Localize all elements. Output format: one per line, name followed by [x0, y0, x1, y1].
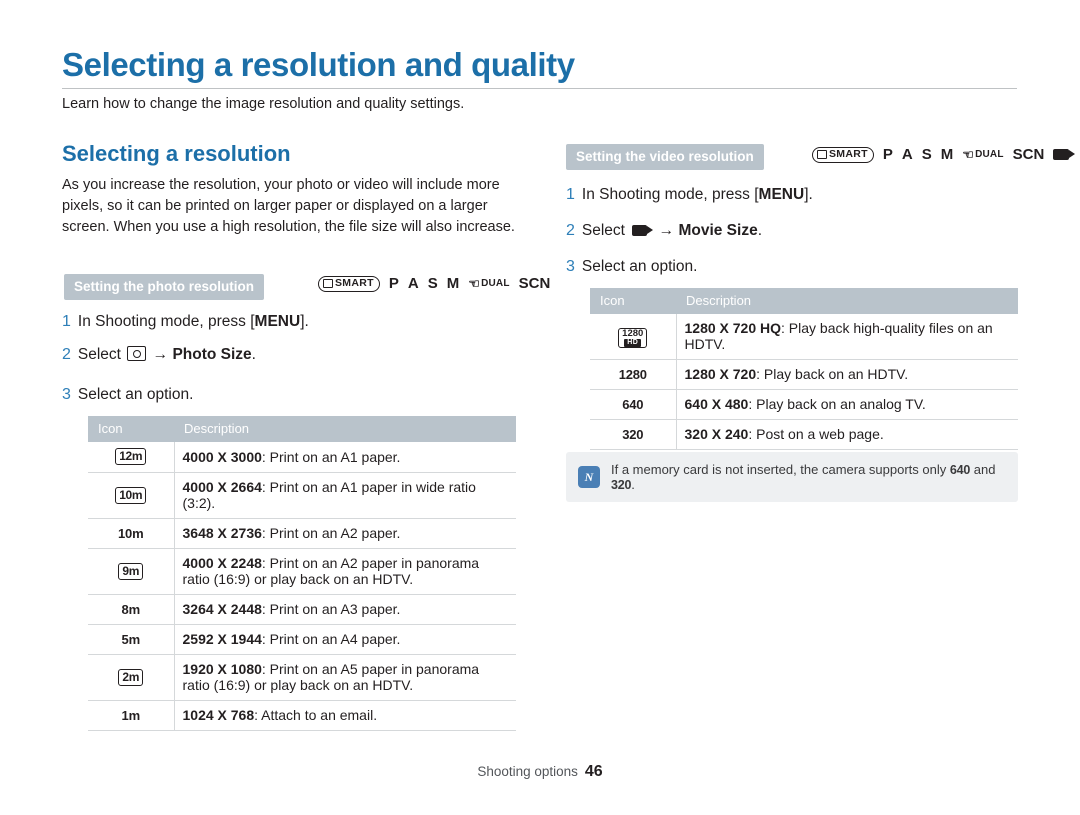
- row-description: 1280 X 720 HQ: Play back high-quality fi…: [676, 314, 1018, 360]
- p-mode-icon: P: [388, 275, 399, 292]
- table-row: 9m 4000 X 2248: Print on an A2 paper in …: [88, 548, 516, 595]
- s-mode-icon: S: [921, 146, 932, 163]
- left-body-text: As you increase the resolution, your pho…: [62, 177, 515, 235]
- row-icon: 8m: [88, 594, 175, 625]
- table-header-row: Icon Description: [590, 288, 1018, 314]
- table-row: 10m 3648 X 2736: Print on an A2 paper.: [88, 518, 516, 549]
- note-value-320: 320: [611, 478, 632, 492]
- smart-mode-icon: SMART: [812, 146, 874, 163]
- row-icon: 1m: [88, 700, 175, 731]
- header-description: Description: [174, 416, 516, 442]
- row-icon: 320: [590, 419, 677, 450]
- row-icon: 9m: [88, 548, 175, 595]
- row-description: 4000 X 3000: Print on an A1 paper.: [174, 442, 516, 473]
- left-step-2: 2 Select → Photo Size.: [62, 346, 256, 363]
- page-title: Selecting a resolution and quality: [62, 46, 575, 83]
- table-row: 10m 4000 X 2664: Print on an A1 paper in…: [88, 472, 516, 519]
- right-mode-icons: SMART P A S M ☜ DUAL SCN: [812, 146, 1076, 163]
- table-row: 320 320 X 240: Post on a web page.: [590, 419, 1018, 450]
- left-step-3: 3 Select an option.: [62, 386, 194, 403]
- dual-mode-icon: ☜ DUAL: [468, 275, 510, 291]
- note-text: If a memory card is not inserted, the ca…: [611, 462, 996, 492]
- row-description: 4000 X 2664: Print on an A1 paper in wid…: [174, 472, 516, 519]
- page-footer: Shooting options 46: [0, 763, 1080, 781]
- row-description: 640 X 480: Play back on an analog TV.: [676, 389, 1018, 420]
- table-row: 1m 1024 X 768: Attach to an email.: [88, 700, 516, 731]
- photo-resolution-subhead: Setting the photo resolution: [64, 274, 264, 300]
- photo-resolution-table: Icon Description 12m 4000 X 3000: Print …: [88, 416, 516, 731]
- note-icon: N: [578, 466, 600, 488]
- scn-mode-icon: SCN: [1012, 146, 1045, 163]
- header-icon: Icon: [590, 288, 676, 314]
- right-step-2: 2 Select → Movie Size.: [566, 222, 762, 239]
- row-icon: 640: [590, 389, 677, 420]
- m-mode-icon: M: [446, 275, 460, 292]
- m-mode-icon: M: [940, 146, 954, 163]
- smart-mode-icon: SMART: [318, 275, 380, 292]
- table-header-row: Icon Description: [88, 416, 516, 442]
- row-icon: 5m: [88, 624, 175, 655]
- video-resolution-table: Icon Description 1280 HD 1280 X 720 HQ: P…: [590, 288, 1018, 450]
- row-description: 3264 X 2448: Print on an A3 paper.: [174, 594, 516, 625]
- hd-badge-icon: 1280 HD: [618, 328, 648, 348]
- table-row: 1280 HD 1280 X 720 HQ: Play back high-qua…: [590, 314, 1018, 360]
- left-section-heading: Selecting a resolution: [62, 141, 291, 166]
- table-row: 1280 1280 X 720: Play back on an HDTV.: [590, 359, 1018, 390]
- row-description: 3648 X 2736: Print on an A2 paper.: [174, 518, 516, 549]
- row-icon: 12m: [88, 442, 175, 473]
- s-mode-icon: S: [427, 275, 438, 292]
- note-box: N If a memory card is not inserted, the …: [566, 452, 1018, 502]
- p-mode-icon: P: [882, 146, 893, 163]
- right-step-3: 3 Select an option.: [566, 258, 698, 275]
- table-row: 2m 1920 X 1080: Print on an A5 paper in …: [88, 654, 516, 701]
- row-description: 1920 X 1080: Print on an A5 paper in pan…: [174, 654, 516, 701]
- right-step-1: 1 In Shooting mode, press [MENU].: [566, 186, 813, 203]
- movie-size-icon: [632, 225, 654, 236]
- table-row: 8m 3264 X 2448: Print on an A3 paper.: [88, 594, 516, 625]
- row-icon: 10m: [88, 472, 175, 519]
- photo-size-icon: [127, 346, 147, 361]
- row-description: 320 X 240: Post on a web page.: [676, 419, 1018, 450]
- footer-label: Shooting options: [477, 764, 578, 779]
- row-icon: 1280 HD: [590, 314, 677, 360]
- a-mode-icon: A: [407, 275, 419, 292]
- left-step-1: 1 In Shooting mode, press [MENU].: [62, 313, 309, 330]
- row-description: 2592 X 1944: Print on an A4 paper.: [174, 624, 516, 655]
- note-value-640: 640: [949, 463, 971, 477]
- title-divider: [62, 88, 1017, 89]
- row-description: 1024 X 768: Attach to an email.: [174, 700, 516, 731]
- video-mode-icon: [1053, 149, 1076, 160]
- a-mode-icon: A: [901, 146, 913, 163]
- table-row: 5m 2592 X 1944: Print on an A4 paper.: [88, 624, 516, 655]
- table-row: 640 640 X 480: Play back on an analog TV…: [590, 389, 1018, 420]
- table-row: 12m 4000 X 3000: Print on an A1 paper.: [88, 442, 516, 473]
- scn-mode-icon: SCN: [518, 275, 551, 292]
- row-description: 1280 X 720: Play back on an HDTV.: [676, 359, 1018, 390]
- row-icon: 2m: [88, 654, 175, 701]
- header-icon: Icon: [88, 416, 174, 442]
- header-description: Description: [676, 288, 1018, 314]
- row-icon: 1280: [590, 359, 677, 390]
- row-description: 4000 X 2248: Print on an A2 paper in pan…: [174, 548, 516, 595]
- footer-page-number: 46: [584, 763, 603, 780]
- document-page: Selecting a resolution and quality Learn…: [0, 0, 1080, 815]
- left-mode-icons: SMART P A S M ☜ DUAL SCN: [318, 275, 550, 292]
- intro-text: Learn how to change the image resolution…: [62, 96, 465, 112]
- row-icon: 10m: [88, 518, 175, 549]
- dual-mode-icon: ☜ DUAL: [962, 146, 1004, 162]
- video-resolution-subhead: Setting the video resolution: [566, 144, 764, 170]
